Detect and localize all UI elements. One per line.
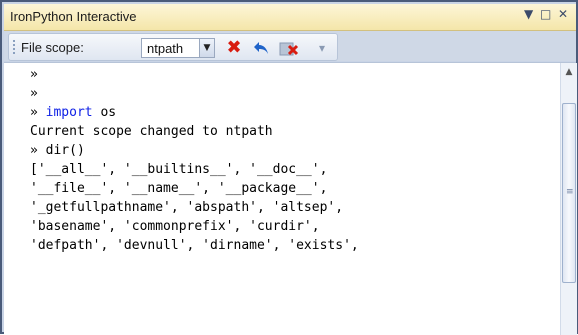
repl-line: »	[30, 86, 38, 101]
scrollbar-thumb[interactable]: ≡	[562, 103, 576, 283]
window-menu-dropdown-icon[interactable]: ▼	[524, 7, 533, 21]
repl-line: » import os	[30, 105, 117, 120]
file-scope-value: ntpath	[147, 41, 184, 56]
import-keyword: import	[45, 105, 93, 120]
repl-line: 'basename', 'commonprefix', 'curdir',	[30, 219, 320, 234]
interactive-window: IronPython Interactive ▼ □ ✕ File scope:…	[0, 0, 578, 335]
reset-scope-icon[interactable]: ✖	[223, 38, 245, 58]
undo-icon[interactable]	[251, 38, 273, 58]
repl-line: » dir()	[30, 143, 85, 158]
repl-line: '__file__', '__name__', '__package__',	[30, 181, 328, 196]
repl-line: Current scope changed to ntpath	[30, 124, 273, 139]
repl-line: ['__all__', '__builtins__', '__doc__',	[30, 162, 328, 177]
toolbar: File scope: ntpath ▼ ✖ ▾	[4, 31, 576, 61]
repl-output: » » » import os Current scope changed to…	[30, 65, 359, 255]
maximize-icon[interactable]: □	[540, 7, 551, 21]
scrollbar-grip-icon: ≡	[566, 187, 574, 197]
repl-line: '_getfullpathname', 'abspath', 'altsep',	[30, 200, 344, 215]
scroll-up-icon[interactable]: ▲	[562, 65, 576, 79]
clear-icon[interactable]	[277, 38, 299, 58]
close-icon[interactable]: ✕	[558, 7, 568, 21]
repl-line: 'defpath', 'devnull', 'dirname', 'exists…	[30, 238, 359, 253]
title-bar[interactable]: IronPython Interactive ▼ □ ✕	[4, 4, 576, 31]
toolbar-overflow-icon[interactable]: ▾	[309, 38, 335, 58]
repl-line: »	[30, 67, 38, 82]
toolstrip: File scope: ntpath ▼ ✖ ▾	[8, 33, 338, 61]
toolbar-grip-icon[interactable]	[13, 40, 15, 56]
file-scope-label: File scope:	[21, 40, 84, 55]
repl-editor[interactable]: » » » import os Current scope changed to…	[4, 62, 577, 335]
file-scope-select[interactable]: ntpath ▼	[141, 38, 215, 58]
window-title: IronPython Interactive	[10, 9, 137, 24]
chevron-down-icon[interactable]: ▼	[199, 39, 214, 57]
vertical-scrollbar[interactable]: ▲ ≡	[560, 63, 577, 335]
